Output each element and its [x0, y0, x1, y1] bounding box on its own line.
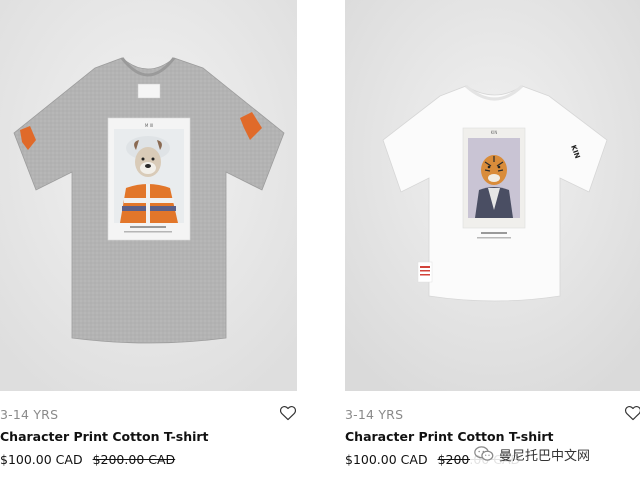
product-card[interactable]: KIN KIN 3-14 YRS Character Print Cotton … [345, 0, 640, 481]
price-row: $100.00 CAD $200.00 CAD [0, 452, 175, 467]
grey-bulldog-tshirt-illustration: M III [0, 0, 297, 391]
heart-outline-icon [624, 406, 640, 421]
product-name[interactable]: Character Print Cotton T-shirt [0, 429, 209, 444]
age-range: 3-14 YRS [0, 407, 59, 422]
heart-outline-icon [279, 406, 297, 421]
price-current: $100.00 CAD [0, 452, 83, 467]
product-image[interactable]: KIN KIN [345, 0, 640, 391]
watermark: 曼尼托巴中文网 [470, 442, 595, 466]
product-info: 3-14 YRS Character Print Cotton T-shirt … [345, 391, 640, 481]
watermark-text: 曼尼托巴中文网 [499, 448, 591, 464]
product-info: 3-14 YRS Character Print Cotton T-shirt … [0, 391, 297, 481]
svg-text:KIN: KIN [491, 130, 498, 135]
price-original: $200.00 CAD [92, 452, 176, 467]
product-image[interactable]: M III [0, 0, 297, 391]
svg-text:M III: M III [145, 123, 153, 128]
wechat-icon [474, 446, 494, 461]
wishlist-button[interactable] [279, 405, 297, 421]
wishlist-button[interactable] [624, 405, 640, 421]
product-grid: M III 3-14 YRS Character Print Cotton T-… [0, 0, 640, 481]
price-current: $100.00 CAD [345, 452, 428, 467]
white-tiger-tshirt-illustration: KIN KIN [345, 0, 640, 391]
product-card[interactable]: M III 3-14 YRS Character Print Cotton T-… [0, 0, 297, 481]
age-range: 3-14 YRS [345, 407, 404, 422]
